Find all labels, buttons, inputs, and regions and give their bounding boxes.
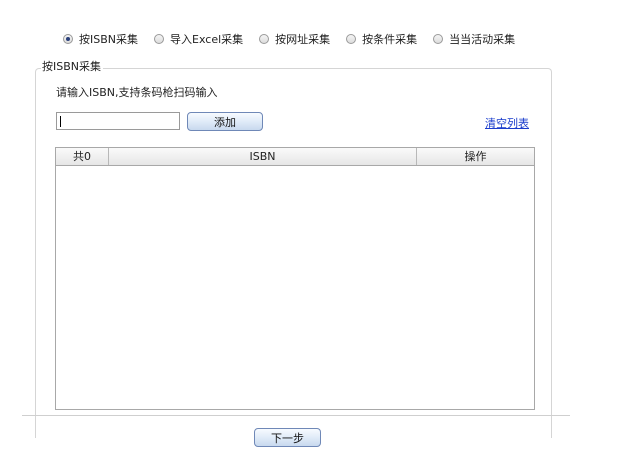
table-header: 共0 ISBN 操作 bbox=[56, 148, 534, 166]
radio-url[interactable]: 按网址采集 bbox=[259, 31, 330, 47]
add-button[interactable]: 添加 bbox=[187, 112, 263, 131]
next-step-button[interactable]: 下一步 bbox=[254, 428, 321, 447]
radio-button-icon[interactable] bbox=[154, 34, 165, 44]
action-header: 操作 bbox=[464, 149, 487, 163]
clear-list-link[interactable]: 清空列表 bbox=[485, 115, 529, 131]
radio-excel[interactable]: 导入Excel采集 bbox=[154, 31, 243, 47]
radio-button-icon[interactable] bbox=[433, 34, 444, 44]
radio-condition[interactable]: 按条件采集 bbox=[346, 31, 417, 47]
radio-button-icon[interactable] bbox=[346, 34, 357, 44]
count-header: 共0 bbox=[56, 148, 109, 165]
collection-mode-radio-group: 按ISBN采集 导入Excel采集 按网址采集 按条件采集 当当活动采集 bbox=[63, 31, 531, 47]
radio-dangdang-activity[interactable]: 当当活动采集 bbox=[433, 31, 515, 47]
radio-url-label[interactable]: 按网址采集 bbox=[275, 31, 330, 47]
isbn-table: 共0 ISBN 操作 bbox=[55, 147, 535, 410]
footer-divider bbox=[22, 415, 570, 416]
radio-button-checked-icon[interactable] bbox=[63, 34, 73, 44]
radio-isbn-label[interactable]: 按ISBN采集 bbox=[79, 31, 138, 47]
isbn-header: ISBN bbox=[109, 148, 417, 165]
radio-isbn[interactable]: 按ISBN采集 bbox=[63, 31, 138, 47]
input-prompt: 请输入ISBN,支持条码枪扫码输入 bbox=[56, 86, 218, 99]
radio-condition-label[interactable]: 按条件采集 bbox=[362, 31, 417, 47]
radio-dangdang-label[interactable]: 当当活动采集 bbox=[449, 31, 515, 47]
isbn-input[interactable] bbox=[56, 112, 180, 130]
text-caret bbox=[60, 116, 61, 127]
radio-button-icon[interactable] bbox=[259, 34, 270, 44]
group-legend: 按ISBN采集 bbox=[41, 60, 104, 74]
radio-excel-label[interactable]: 导入Excel采集 bbox=[170, 31, 243, 47]
